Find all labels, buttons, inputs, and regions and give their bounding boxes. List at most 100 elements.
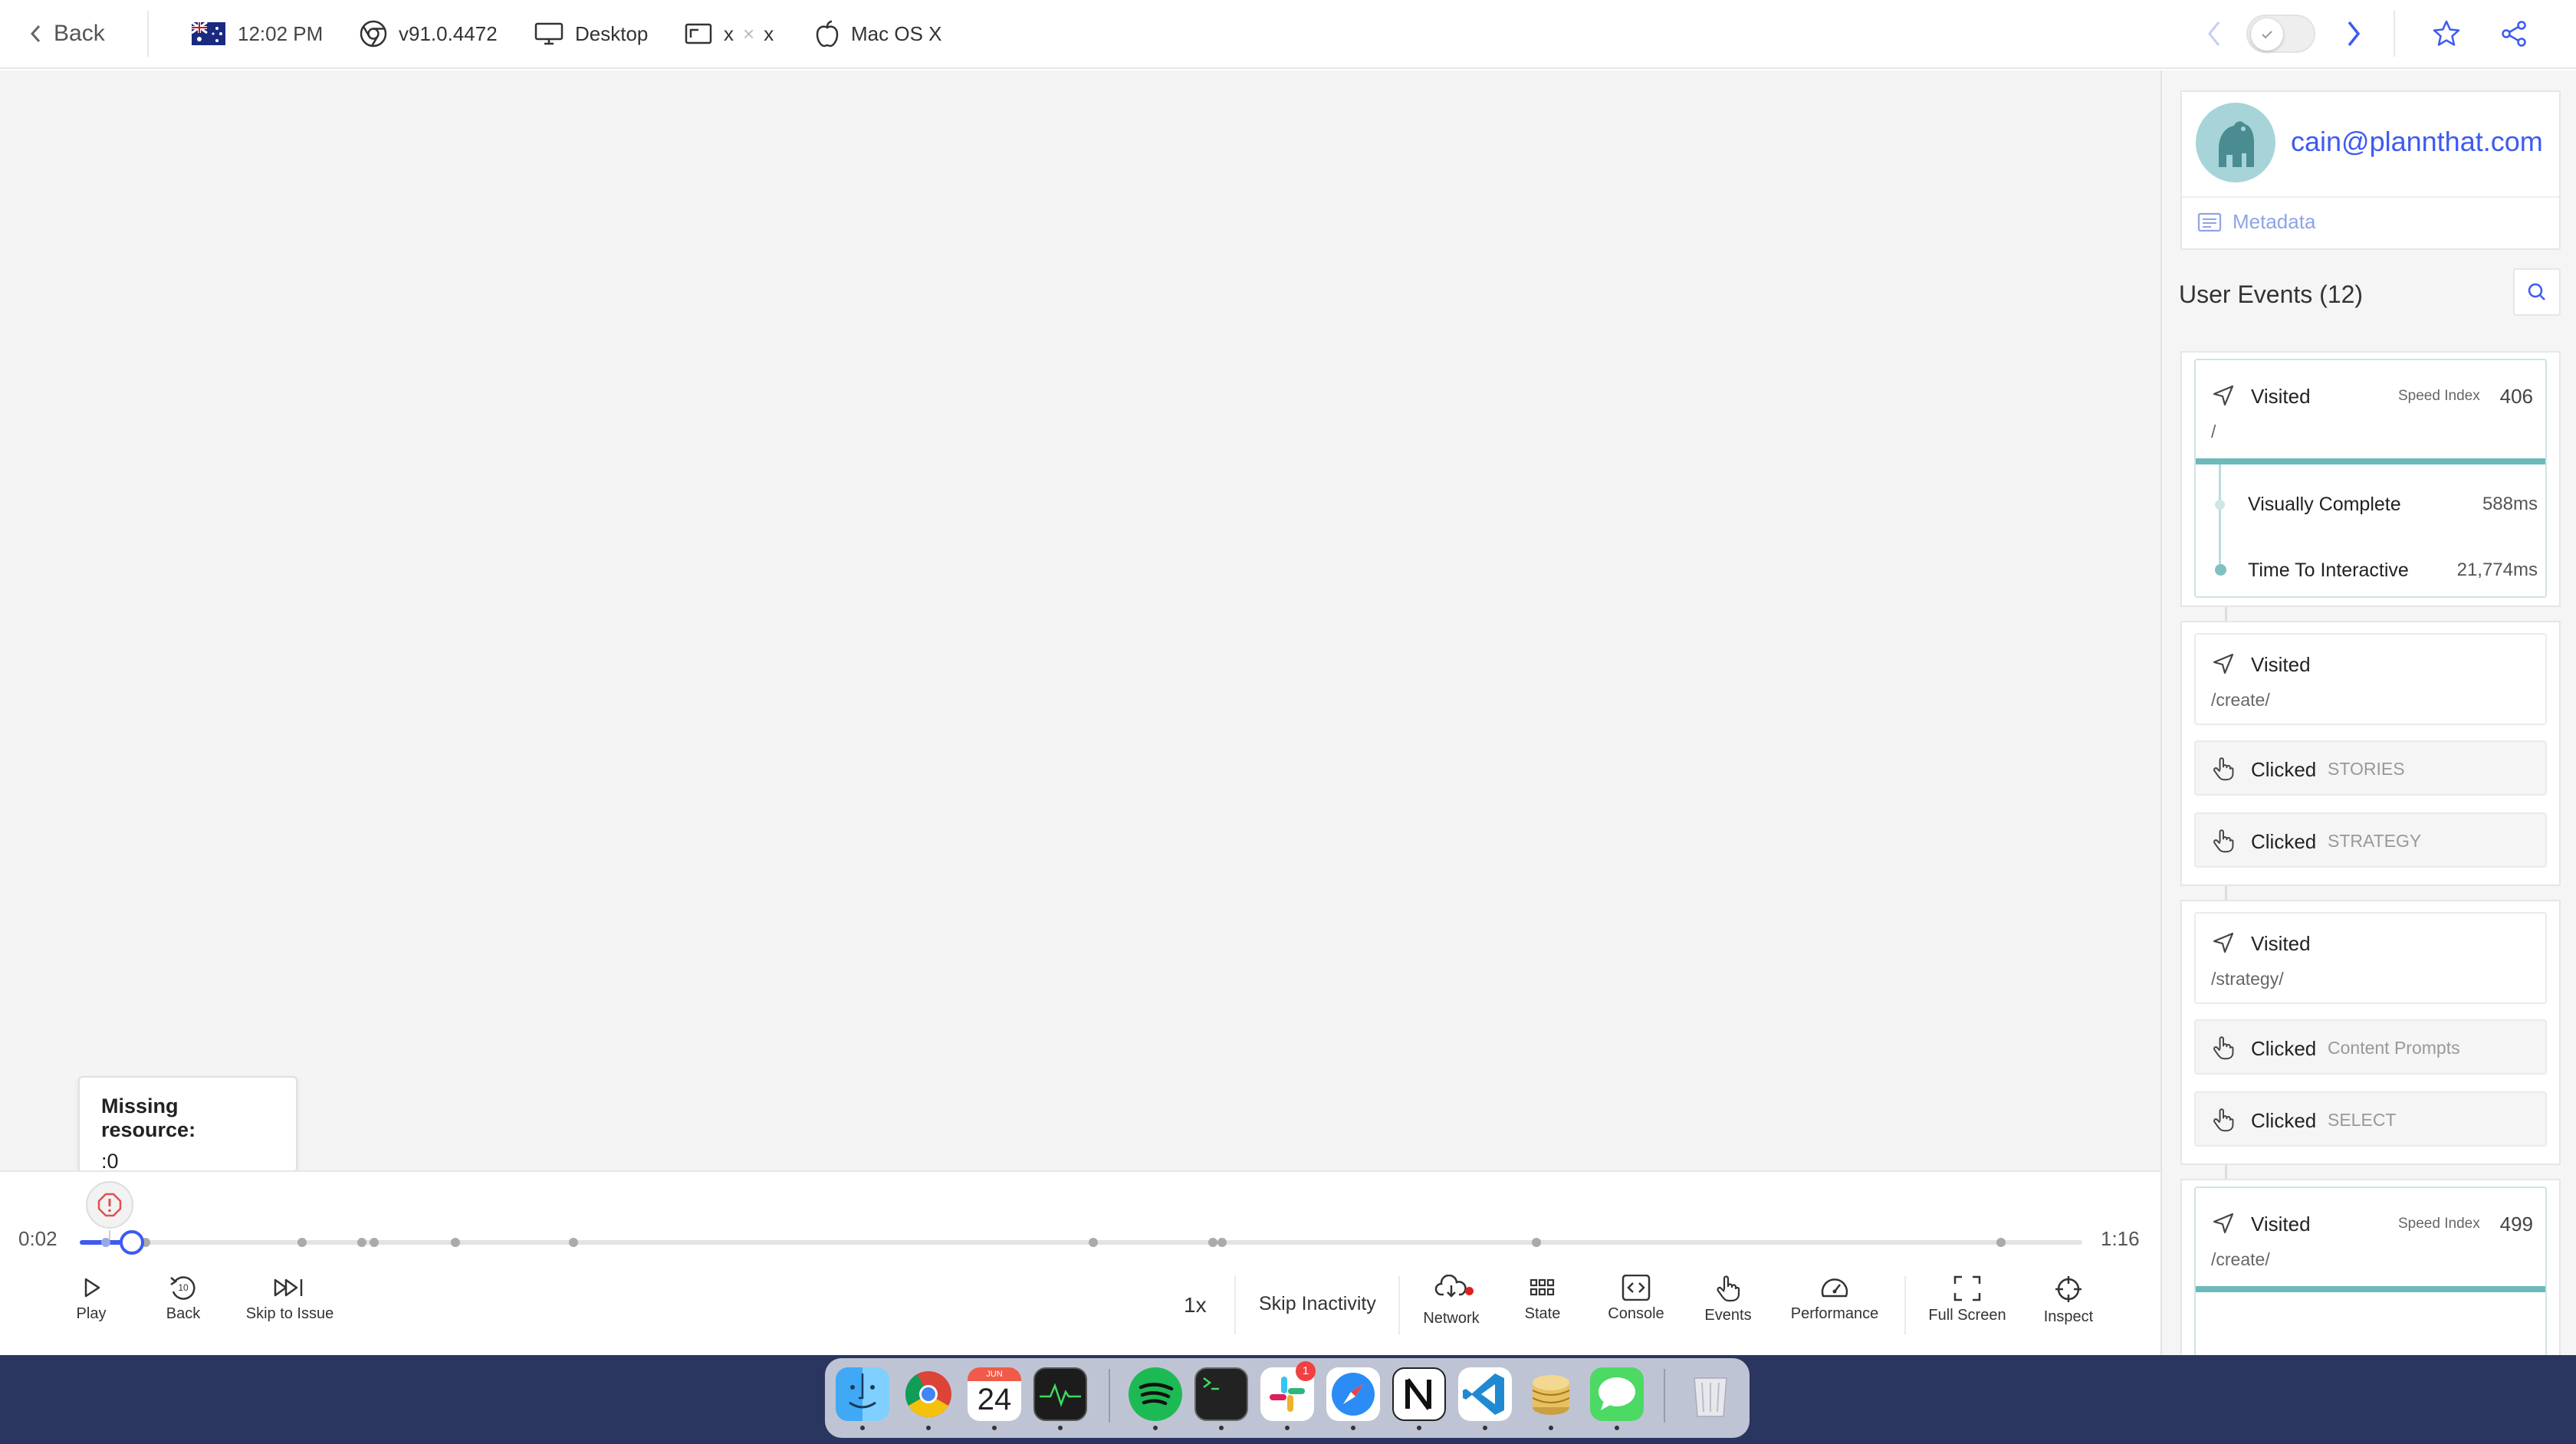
timeline-event-dot[interactable] — [1089, 1238, 1098, 1247]
fullscreen-button[interactable]: Full Screen — [1926, 1275, 2009, 1324]
calendar-icon[interactable]: JUN 24 — [968, 1367, 1021, 1421]
dock-divider — [1664, 1369, 1665, 1423]
search-events-button[interactable] — [2513, 268, 2561, 316]
timeline-track[interactable] — [80, 1240, 2082, 1245]
click-event[interactable]: Clicked Content Prompts — [2194, 1019, 2547, 1075]
timeline-event-dot[interactable] — [1208, 1238, 1217, 1247]
gorilla-avatar-icon — [2219, 121, 2254, 167]
toggle-track — [2246, 15, 2315, 53]
rewind-10-icon: 10 — [168, 1275, 199, 1301]
issue-marker[interactable] — [86, 1181, 133, 1229]
os-text: Mac OS X — [851, 21, 942, 45]
visited-event[interactable]: Visited /create/ — [2194, 633, 2547, 725]
terminal-icon[interactable] — [1194, 1367, 1248, 1421]
visited-event[interactable]: Visited Speed Index 406 / Visually Compl… — [2194, 359, 2547, 598]
group-connector — [2225, 886, 2227, 900]
events-tab[interactable]: Events — [1699, 1275, 1757, 1324]
session-replay-app: Back 12:02 PM v91.0.4472 Desktop x × x M… — [0, 0, 2576, 1355]
back-button[interactable]: Back — [28, 0, 105, 67]
next-session-button[interactable] — [2344, 0, 2363, 67]
browser-info: v91.0.4472 — [359, 0, 498, 67]
chevron-right-icon — [2348, 21, 2361, 47]
crosshair-icon — [2055, 1276, 2082, 1302]
console-tab[interactable]: Console — [1602, 1275, 1670, 1323]
events-label: Events — [1704, 1307, 1752, 1324]
click-event[interactable]: Clicked STRATEGY — [2194, 812, 2547, 868]
running-indicator — [926, 1426, 931, 1430]
timeline-event-dot[interactable] — [1996, 1238, 2006, 1247]
hand-pointer-icon — [2213, 757, 2234, 781]
group-connector — [2225, 607, 2227, 621]
inspect-button[interactable]: Inspect — [2036, 1275, 2101, 1326]
navigate-icon — [2213, 932, 2234, 953]
playback-speed-button[interactable]: 1x — [1184, 1293, 1207, 1318]
favorite-button[interactable] — [2432, 0, 2461, 67]
browser-version-text: v91.0.4472 — [399, 21, 498, 45]
state-tab[interactable]: State — [1513, 1275, 1572, 1323]
click-event[interactable]: Clicked SELECT — [2194, 1091, 2547, 1147]
session-time: 12:02 PM — [192, 0, 323, 67]
chrome-icon[interactable] — [902, 1367, 955, 1421]
notion-icon[interactable] — [1392, 1367, 1446, 1421]
sequel-pro-icon[interactable] — [1524, 1367, 1578, 1421]
gauge-icon — [1821, 1278, 1848, 1298]
event-group: Visited Speed Index 499 /create/ — [2180, 1179, 2561, 1355]
metadata-button[interactable]: Metadata — [2197, 210, 2315, 234]
navigate-icon — [2213, 385, 2234, 406]
visited-path: / — [2211, 422, 2216, 441]
click-label: Clicked — [2251, 758, 2317, 781]
user-email[interactable]: cain@plannthat.com — [2291, 126, 2543, 158]
group-connector — [2225, 1165, 2227, 1179]
visited-event[interactable]: Visited /strategy/ — [2194, 912, 2547, 1004]
skip-to-issue-button[interactable]: Skip to Issue — [242, 1275, 337, 1323]
visited-label: Visited — [2251, 1213, 2311, 1236]
finder-icon[interactable] — [836, 1367, 889, 1421]
timeline-event-dot[interactable] — [1217, 1238, 1227, 1247]
share-button[interactable] — [2499, 0, 2528, 67]
trash-icon[interactable] — [1684, 1367, 1737, 1421]
visited-path: /strategy/ — [2211, 969, 2284, 989]
slack-icon[interactable]: 1 — [1260, 1361, 1316, 1421]
timeline-event-dot[interactable] — [569, 1238, 578, 1247]
visited-event[interactable]: Visited Speed Index 499 /create/ — [2194, 1186, 2547, 1355]
timeline-scrubber[interactable] — [119, 1230, 144, 1255]
macos-dock: JUN 24 1 — [825, 1358, 1750, 1438]
hand-pointer-icon — [2213, 1108, 2234, 1132]
resolution-width: x — [724, 21, 734, 45]
running-indicator — [1417, 1426, 1421, 1430]
resolution-info: x × x — [684, 0, 774, 67]
event-group: Visited /create/ Clicked STORIES Clicked… — [2180, 621, 2561, 886]
inspect-label: Inspect — [2043, 1308, 2094, 1325]
prev-session-button[interactable] — [2205, 0, 2223, 67]
device-text: Desktop — [575, 21, 649, 45]
skip-to-issue-label: Skip to Issue — [245, 1305, 334, 1322]
autoplay-toggle[interactable] — [2246, 0, 2315, 67]
back-10-button[interactable]: 10 Back — [158, 1275, 209, 1323]
safari-icon[interactable] — [1326, 1367, 1380, 1421]
timeline-event-dot[interactable] — [1532, 1238, 1541, 1247]
replay-viewport[interactable] — [0, 71, 2160, 1355]
click-label: Clicked — [2251, 1037, 2317, 1060]
timeline-event-dot[interactable] — [297, 1238, 307, 1247]
skip-inactivity-toggle[interactable]: Skip Inactivity — [1259, 1293, 1376, 1315]
network-label: Network — [1423, 1310, 1480, 1327]
click-event[interactable]: Clicked STORIES — [2194, 740, 2547, 796]
running-indicator — [1351, 1426, 1355, 1430]
timeline-event-dot[interactable] — [451, 1238, 460, 1247]
vscode-icon[interactable] — [1458, 1367, 1512, 1421]
metric-dot — [2215, 564, 2226, 576]
os-info: Mac OS X — [814, 0, 941, 67]
star-icon — [2433, 20, 2460, 46]
timeline-event-dot[interactable] — [357, 1238, 366, 1247]
search-icon — [2528, 283, 2545, 300]
network-tab[interactable]: Network — [1415, 1274, 1487, 1327]
spotify-icon[interactable] — [1129, 1367, 1182, 1421]
performance-tab[interactable]: Performance — [1783, 1275, 1886, 1323]
play-button[interactable]: Play — [66, 1275, 117, 1323]
timeline-event-dot[interactable] — [101, 1238, 110, 1247]
running-indicator — [860, 1426, 865, 1430]
activity-monitor-icon[interactable] — [1033, 1367, 1087, 1421]
visited-label: Visited — [2251, 653, 2311, 676]
timeline-event-dot[interactable] — [370, 1238, 379, 1247]
messages-icon[interactable] — [1590, 1367, 1644, 1421]
